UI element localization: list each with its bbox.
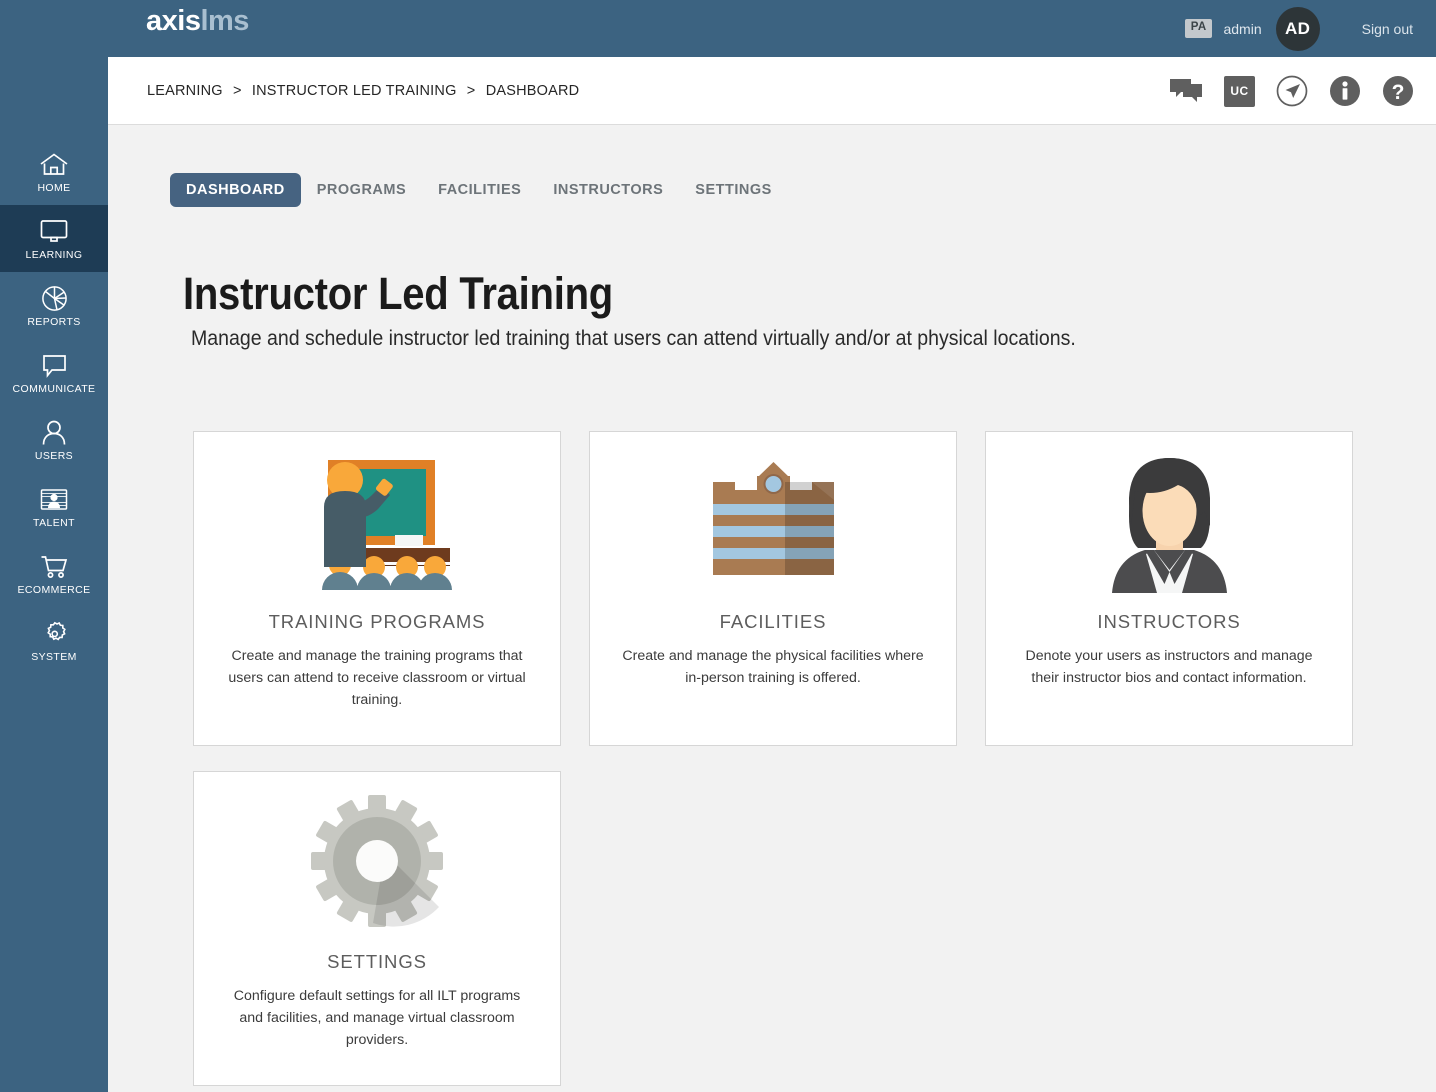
- tab-dashboard[interactable]: DASHBOARD: [170, 173, 301, 207]
- breadcrumb-item-learning[interactable]: LEARNING: [147, 83, 223, 99]
- main-content: DASHBOARD PROGRAMS FACILITIES INSTRUCTOR…: [108, 126, 1436, 1092]
- sidebar-item-communicate[interactable]: COMMUNICATE: [0, 339, 108, 406]
- top-header-bar: axislms PA admin AD Sign out: [108, 0, 1436, 57]
- breadcrumb: LEARNING > INSTRUCTOR LED TRAINING > DAS…: [147, 83, 579, 99]
- role-badge[interactable]: PA: [1184, 19, 1213, 38]
- header-user-area: PA admin AD Sign out: [1184, 0, 1436, 57]
- pie-chart-icon: [37, 284, 71, 314]
- card-description: Create and manage the training programs …: [228, 648, 526, 708]
- shopping-cart-icon: [37, 552, 71, 582]
- sidebar-item-home[interactable]: HOME: [0, 138, 108, 205]
- card-description: Denote your users as instructors and man…: [1025, 648, 1313, 686]
- main-sidebar: HOME LEARNING REPORTS COMMUNICATE USERS …: [0, 0, 108, 1092]
- card-title: INSTRUCTORS: [1097, 611, 1241, 632]
- card-description: Create and manage the physical facilitie…: [622, 648, 924, 686]
- logo-lms-text: lms: [200, 5, 249, 37]
- card-settings[interactable]: SETTINGS Configure default settings for …: [193, 771, 561, 1086]
- help-icon[interactable]: ?: [1382, 75, 1414, 107]
- dashboard-card-grid: TRAINING PROGRAMS Create and manage the …: [193, 431, 1353, 1086]
- app-logo[interactable]: axislms: [146, 5, 249, 38]
- breadcrumb-separator: >: [232, 83, 242, 99]
- navigation-icon[interactable]: [1276, 75, 1308, 107]
- sidebar-item-talent[interactable]: TALENT: [0, 473, 108, 540]
- sidebar-item-reports[interactable]: REPORTS: [0, 272, 108, 339]
- chat-icon[interactable]: [1170, 78, 1203, 105]
- monitor-icon: [37, 217, 71, 247]
- sidebar-item-label: HOME: [37, 181, 71, 194]
- sidebar-item-label: REPORTS: [27, 315, 81, 328]
- tab-programs[interactable]: PROGRAMS: [301, 173, 422, 207]
- uc-button-label: UC: [1224, 75, 1255, 107]
- person-icon: [37, 418, 71, 448]
- sidebar-item-ecommerce[interactable]: ECOMMERCE: [0, 540, 108, 607]
- breadcrumb-item-dashboard[interactable]: DASHBOARD: [486, 83, 580, 99]
- card-title: FACILITIES: [719, 611, 827, 632]
- sign-out-link[interactable]: Sign out: [1362, 21, 1413, 37]
- breadcrumb-tools: UC ?: [1170, 57, 1414, 125]
- tab-facilities[interactable]: FACILITIES: [422, 173, 537, 207]
- sidebar-item-label: SYSTEM: [31, 650, 77, 663]
- uc-icon[interactable]: UC: [1224, 75, 1255, 107]
- gear-icon: [37, 619, 71, 649]
- speech-bubble-icon: [37, 351, 71, 381]
- sidebar-item-label: LEARNING: [25, 248, 83, 261]
- school-building-illustration: [590, 432, 956, 607]
- sidebar-item-label: TALENT: [33, 516, 75, 529]
- classroom-teacher-illustration: [194, 432, 560, 607]
- logo-axis-text: axis: [146, 5, 201, 37]
- page-title: Instructor Led Training: [183, 268, 613, 320]
- page-subtitle: Manage and schedule instructor led train…: [191, 327, 1076, 350]
- sidebar-item-label: USERS: [34, 449, 74, 462]
- home-icon: [37, 150, 71, 180]
- section-tabs: DASHBOARD PROGRAMS FACILITIES INSTRUCTOR…: [170, 173, 788, 207]
- sidebar-item-label: ECOMMERCE: [17, 583, 91, 596]
- gear-illustration: [194, 772, 560, 947]
- card-instructors[interactable]: INSTRUCTORS Denote your users as instruc…: [985, 431, 1353, 746]
- svg-text:?: ?: [1392, 81, 1405, 104]
- breadcrumb-separator: >: [466, 83, 476, 99]
- sidebar-item-label: COMMUNICATE: [12, 382, 96, 395]
- username-label[interactable]: admin: [1223, 21, 1261, 37]
- info-icon[interactable]: [1329, 75, 1361, 107]
- avatar[interactable]: AD: [1275, 6, 1320, 51]
- card-facilities[interactable]: FACILITIES Create and manage the physica…: [589, 431, 957, 746]
- card-training-programs[interactable]: TRAINING PROGRAMS Create and manage the …: [193, 431, 561, 746]
- card-title: SETTINGS: [327, 951, 427, 972]
- app-root: HOME LEARNING REPORTS COMMUNICATE USERS …: [0, 0, 1436, 1092]
- sidebar-item-system[interactable]: SYSTEM: [0, 607, 108, 674]
- tab-instructors[interactable]: INSTRUCTORS: [537, 173, 679, 207]
- card-description: Configure default settings for all ILT p…: [233, 988, 521, 1048]
- sidebar-item-users[interactable]: USERS: [0, 406, 108, 473]
- id-card-icon: [37, 485, 71, 515]
- card-title: TRAINING PROGRAMS: [268, 611, 486, 632]
- sidebar-item-learning[interactable]: LEARNING: [0, 205, 108, 272]
- instructor-avatar-illustration: [986, 432, 1352, 607]
- tab-settings[interactable]: SETTINGS: [679, 173, 788, 207]
- breadcrumb-item-instructor-led-training[interactable]: INSTRUCTOR LED TRAINING: [252, 83, 457, 99]
- breadcrumb-bar: LEARNING > INSTRUCTOR LED TRAINING > DAS…: [108, 57, 1436, 125]
- sidebar-top-spacer: [0, 0, 108, 138]
